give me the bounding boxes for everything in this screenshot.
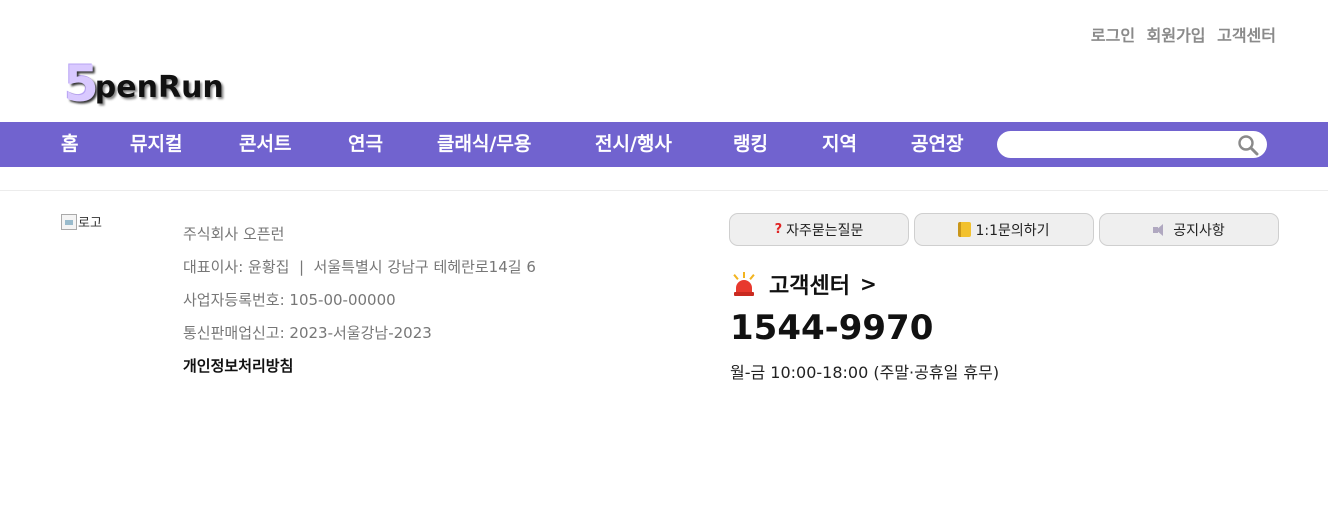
cs-business-hours: 월-금 10:00-18:00 (주말·공휴일 휴무) [730, 363, 1000, 382]
notice-label: 공지사항 [1173, 222, 1225, 239]
login-link[interactable]: 로그인 [1091, 26, 1135, 45]
company-info: 주식회사 오픈런 대표이사: 윤황집 | 서울특별시 강남구 테헤란로14길 6… [183, 218, 536, 383]
speaker-icon [1153, 223, 1165, 236]
cs-phone-number: 1544-9970 [730, 308, 934, 348]
nav-item-concert[interactable]: 콘서트 [239, 122, 291, 167]
inquiry-label: 1:1문의하기 [975, 222, 1050, 239]
signup-link[interactable]: 회원가입 [1147, 26, 1206, 45]
nav-item-exhibition[interactable]: 전시/행사 [595, 122, 672, 167]
siren-icon [733, 272, 755, 296]
site-logo[interactable]: 5 penRun [64, 52, 224, 113]
question-icon: ? [774, 222, 783, 237]
nav-item-ranking[interactable]: 랭킹 [733, 122, 768, 167]
mail-order-registration: 통신판매업신고: 2023-서울강남-2023 [183, 324, 432, 342]
customer-center-title: 고객센터 [769, 274, 850, 299]
notice-button[interactable]: 공지사항 [1099, 213, 1279, 246]
broken-image-icon [61, 213, 77, 230]
nav-item-region[interactable]: 지역 [822, 122, 857, 167]
logo-mark: 5 [64, 55, 99, 113]
nav-item-classic-dance[interactable]: 클래식/무용 [437, 122, 531, 167]
notebook-icon [958, 222, 972, 237]
nav-item-musical[interactable]: 뮤지컬 [130, 122, 182, 167]
faq-label: 자주묻는질문 [786, 222, 864, 239]
privacy-policy-link[interactable]: 개인정보처리방침 [183, 350, 536, 383]
cs-button-row: ? 자주묻는질문 1:1문의하기 공지사항 [729, 213, 1279, 246]
nav-item-home[interactable]: 홈 [61, 122, 78, 167]
business-number: 사업자등록번호: 105-00-00000 [183, 291, 396, 309]
customer-center-link[interactable]: 고객센터 [1217, 26, 1276, 45]
customer-center-heading[interactable]: 고객센터 > [733, 268, 877, 300]
search-icon[interactable] [1237, 134, 1259, 156]
main-nav: 홈 뮤지컬 콘서트 연극 클래식/무용 전시/행사 랭킹 지역 공연장 [0, 122, 1328, 167]
top-links: 로그인 회원가입 고객센터 [1085, 22, 1276, 46]
footer-logo-alt: 로고 [78, 216, 102, 231]
company-name: 주식회사 오픈런 [183, 225, 285, 243]
chevron-right-icon: > [859, 272, 877, 296]
company-representative: 대표이사: 윤황집 | 서울특별시 강남구 테헤란로14길 6 [183, 258, 536, 276]
faq-button[interactable]: ? 자주묻는질문 [729, 213, 909, 246]
footer-logo: 로고 [61, 212, 102, 231]
nav-item-play[interactable]: 연극 [348, 122, 383, 167]
logo-text: penRun [94, 70, 224, 105]
section-divider [0, 190, 1328, 191]
nav-item-venue[interactable]: 공연장 [911, 122, 963, 167]
inquiry-button[interactable]: 1:1문의하기 [914, 213, 1094, 246]
search-input[interactable] [997, 131, 1267, 158]
